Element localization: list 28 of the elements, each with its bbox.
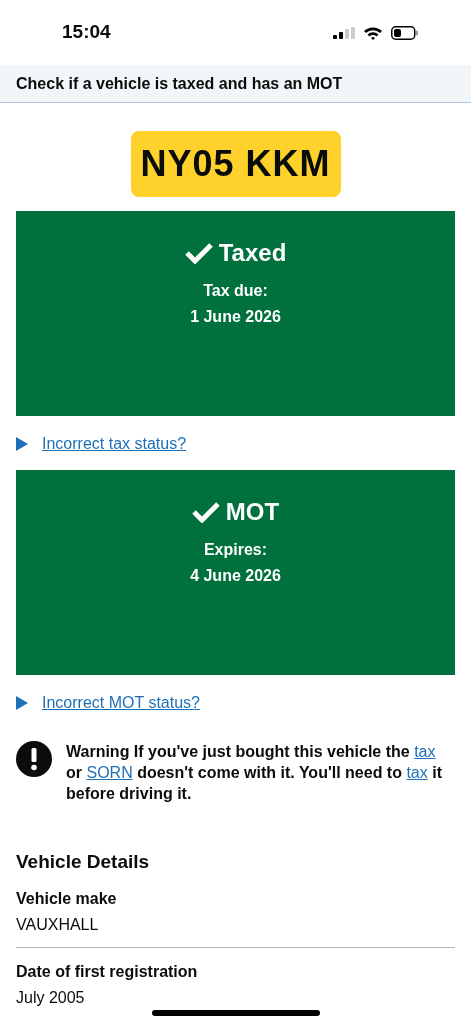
status-date: 4 June 2026 [190, 566, 281, 586]
detail-label: Vehicle make [16, 888, 118, 909]
triangle-icon [16, 696, 28, 710]
wifi-icon [363, 25, 383, 40]
warning-text: Warning If you've just bought this vehicle the tax or SORN doesn't come with it. You'll need to tax it before driving it. [66, 742, 443, 804]
detail-value: VAUXHALL [16, 914, 99, 935]
status-label: Tax due: [203, 281, 268, 301]
details-link[interactable]: Incorrect tax status? [42, 432, 187, 456]
warning-link[interactable]: SORN [86, 764, 133, 781]
status-label: Expires: [203, 540, 268, 560]
details-link[interactable]: Incorrect MOT status? [42, 691, 200, 715]
status-time: 15:04 [62, 20, 111, 45]
signal-icon [333, 26, 355, 39]
status-date: 1 June 2026 [190, 307, 281, 327]
section-heading: Vehicle Details [16, 850, 151, 874]
battery-icon [391, 25, 419, 40]
warning-link[interactable]: tax [414, 743, 436, 760]
warning-icon [16, 741, 52, 777]
detail-value: July 2005 [16, 987, 85, 1008]
number-plate: NY05 KKM [130, 131, 341, 197]
check-icon [191, 501, 220, 523]
status-title: MOT [225, 497, 280, 527]
triangle-icon [16, 437, 28, 451]
warning-link[interactable]: tax [406, 764, 428, 781]
page-title: Check if a vehicle is taxed and has an MOT [16, 73, 343, 94]
detail-label: Date of first registration [16, 961, 199, 982]
status-title: Taxed [218, 238, 287, 268]
check-icon [184, 242, 213, 264]
